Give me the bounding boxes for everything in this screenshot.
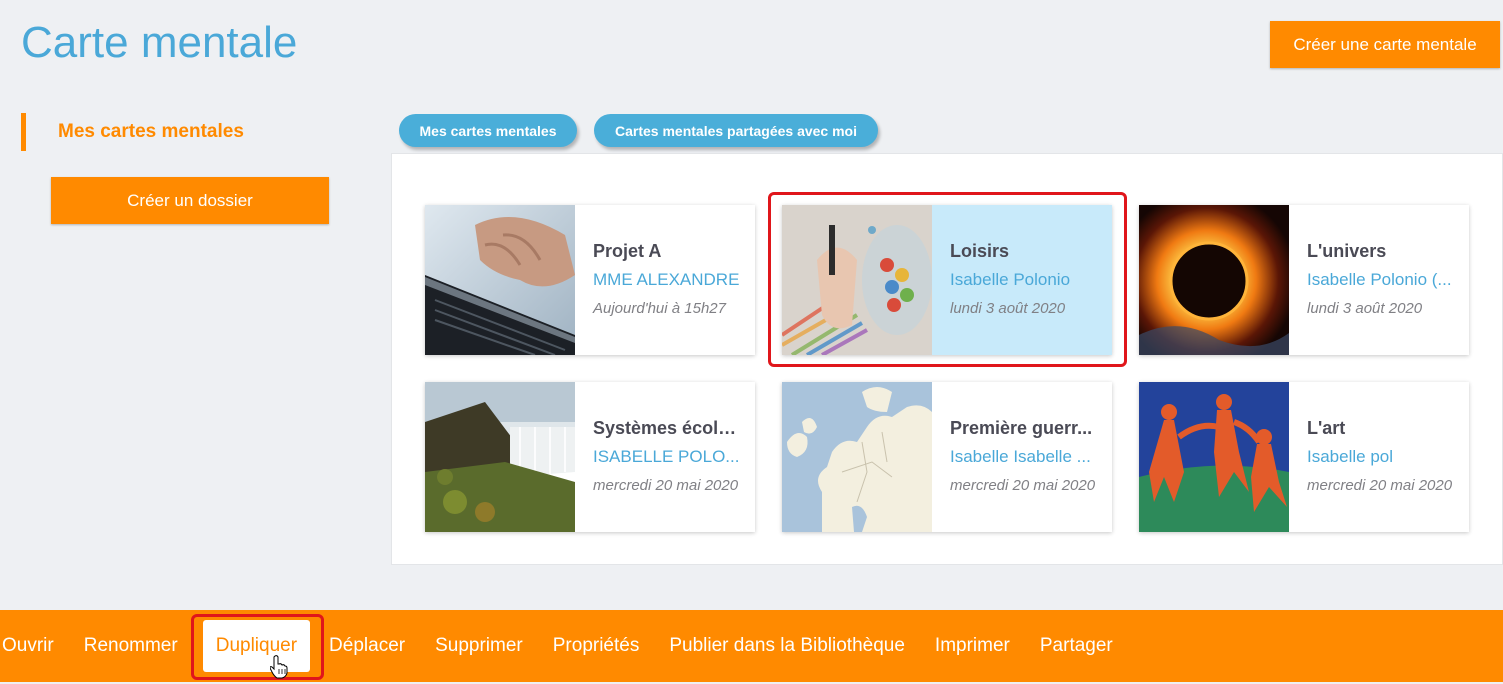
card-title: Projet A bbox=[593, 241, 662, 261]
tab-my-maps[interactable]: Mes cartes mentales bbox=[399, 114, 577, 147]
waterfall-image bbox=[425, 382, 575, 532]
card-owner: Isabelle Polonio bbox=[950, 270, 1071, 289]
card-date: mercredi 20 mai 2020 bbox=[1307, 477, 1453, 494]
tab-label: Cartes mentales partagées avec moi bbox=[614, 122, 857, 139]
action-delete[interactable]: Supprimer bbox=[420, 620, 538, 672]
action-share[interactable]: Partager bbox=[1025, 620, 1128, 672]
page-title: Carte mentale bbox=[21, 18, 298, 67]
card-title: Systèmes écolo... bbox=[593, 418, 741, 438]
card-title: Loisirs bbox=[950, 241, 1010, 261]
hand-pointer-cursor-icon bbox=[269, 655, 288, 684]
map-card-projet-a[interactable]: Projet A MME ALEXANDRE Aujourd'hui à 15h… bbox=[425, 205, 755, 355]
sidebar-section-my-maps[interactable]: Mes cartes mentales bbox=[21, 113, 244, 151]
action-duplicate[interactable]: Dupliquer bbox=[202, 620, 311, 672]
map-card-univers[interactable]: L'univers Isabelle Polonio (... lundi 3 … bbox=[1139, 205, 1469, 355]
crayons-jar-image bbox=[782, 205, 932, 355]
card-info: Projet A MME ALEXANDRE Aujourd'hui à 15h… bbox=[575, 205, 755, 355]
card-info: L'art Isabelle pol mercredi 20 mai 2020 bbox=[1289, 382, 1469, 532]
action-move[interactable]: Déplacer bbox=[314, 620, 420, 672]
action-print[interactable]: Imprimer bbox=[920, 620, 1025, 672]
action-properties[interactable]: Propriétés bbox=[538, 620, 655, 672]
card-title: Première guerr... bbox=[950, 418, 1093, 438]
sidebar-section-label: Mes cartes mentales bbox=[58, 121, 244, 142]
card-owner: Isabelle Isabelle ... bbox=[950, 447, 1091, 466]
create-folder-button[interactable]: Créer un dossier bbox=[51, 177, 329, 224]
card-title: L'univers bbox=[1307, 241, 1387, 261]
card-date: mercredi 20 mai 2020 bbox=[950, 477, 1096, 494]
card-owner: Isabelle Polonio (... bbox=[1307, 270, 1452, 289]
card-info: L'univers Isabelle Polonio (... lundi 3 … bbox=[1289, 205, 1469, 355]
card-owner: ISABELLE POLO... bbox=[593, 447, 740, 466]
map-card-premiere-guerre[interactable]: Première guerr... Isabelle Isabelle ... … bbox=[782, 382, 1112, 532]
action-publish-library[interactable]: Publier dans la Bibliothèque bbox=[654, 620, 920, 672]
card-owner: Isabelle pol bbox=[1307, 447, 1394, 466]
card-title: L'art bbox=[1307, 418, 1346, 438]
card-info: Loisirs Isabelle Polonio lundi 3 août 20… bbox=[932, 205, 1112, 355]
create-mind-map-button[interactable]: Créer une carte mentale bbox=[1270, 21, 1500, 68]
tab-label: Mes cartes mentales bbox=[419, 122, 557, 139]
card-owner: MME ALEXANDRE bbox=[593, 270, 740, 289]
card-date: mercredi 20 mai 2020 bbox=[593, 477, 739, 494]
tab-shared-maps[interactable]: Cartes mentales partagées avec moi bbox=[594, 114, 878, 147]
eclipse-image bbox=[1139, 205, 1289, 355]
card-date: Aujourd'hui à 15h27 bbox=[593, 300, 726, 317]
card-date: lundi 3 août 2020 bbox=[1307, 300, 1423, 317]
map-card-loisirs[interactable]: Loisirs Isabelle Polonio lundi 3 août 20… bbox=[782, 205, 1112, 355]
map-card-systemes[interactable]: Systèmes écolo... ISABELLE POLO... mercr… bbox=[425, 382, 755, 532]
map-card-art[interactable]: L'art Isabelle pol mercredi 20 mai 2020 bbox=[1139, 382, 1469, 532]
card-date: lundi 3 août 2020 bbox=[950, 300, 1066, 317]
card-info: Systèmes écolo... ISABELLE POLO... mercr… bbox=[575, 382, 755, 532]
europe-map-image bbox=[782, 382, 932, 532]
dance-painting-image bbox=[1139, 382, 1289, 532]
action-open[interactable]: Ouvrir bbox=[0, 620, 69, 672]
laptop-typing-image bbox=[425, 205, 575, 355]
action-bar: Ouvrir Renommer Dupliquer Déplacer Suppr… bbox=[0, 610, 1503, 682]
action-rename[interactable]: Renommer bbox=[69, 620, 193, 672]
card-info: Première guerr... Isabelle Isabelle ... … bbox=[932, 382, 1112, 532]
